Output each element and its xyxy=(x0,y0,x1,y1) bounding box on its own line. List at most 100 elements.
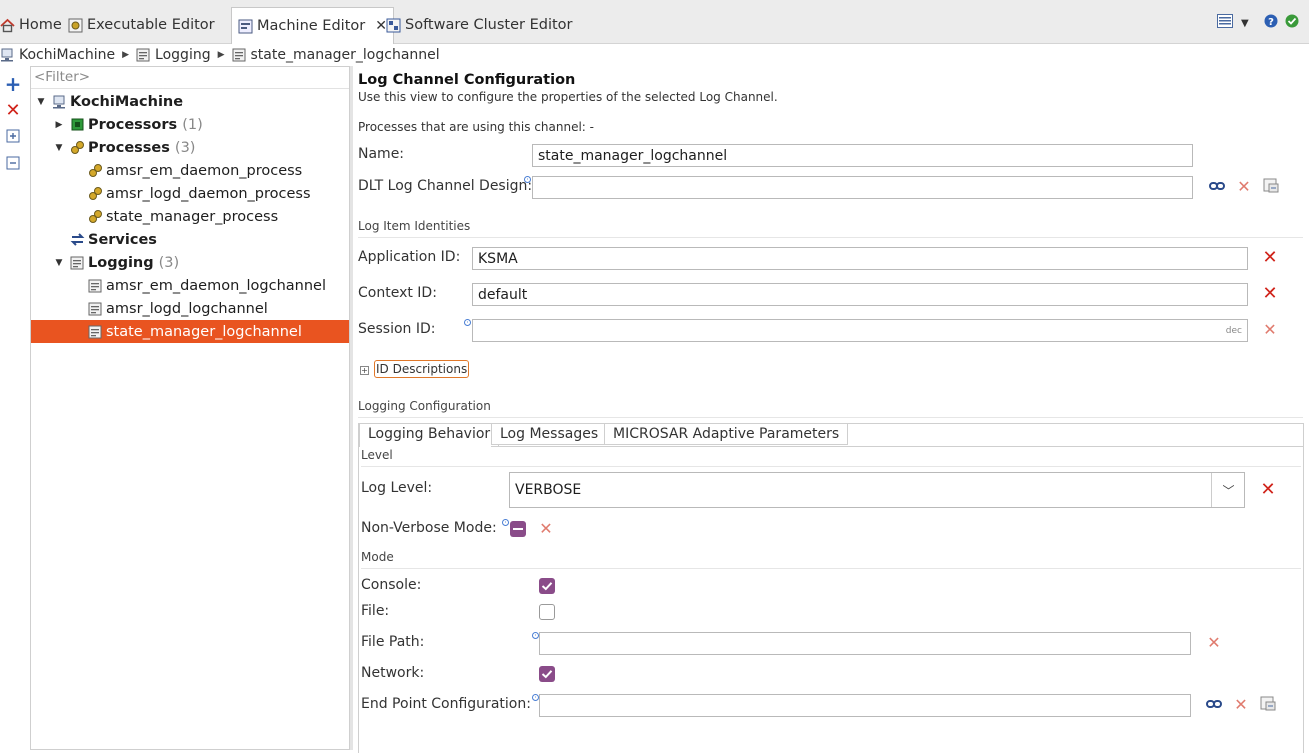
delete-icon: ✕ xyxy=(1207,633,1221,652)
add-button[interactable]: + xyxy=(0,70,26,97)
session-id-field[interactable]: dec xyxy=(472,319,1248,342)
log-level-value: VERBOSE xyxy=(515,482,582,498)
delete-button[interactable]: ✕ xyxy=(0,97,26,124)
link-button[interactable] xyxy=(1205,696,1223,714)
session-id-hint: dec xyxy=(1225,325,1242,336)
link-button[interactable] xyxy=(1208,178,1226,196)
expand-icon[interactable]: + xyxy=(360,366,369,375)
application-id-field[interactable]: KSMA xyxy=(472,247,1248,270)
divider xyxy=(361,568,1301,569)
tab-machine-editor[interactable]: Machine Editor ✕ xyxy=(231,7,394,44)
endpoint-field[interactable] xyxy=(539,694,1191,717)
link-icon xyxy=(1206,697,1222,713)
context-id-label: Context ID: xyxy=(358,285,437,301)
process-icon xyxy=(69,140,85,156)
tree-node-services[interactable]: Services xyxy=(69,228,157,251)
browse-icon xyxy=(1263,178,1279,197)
tree-node-logging[interactable]: ▼ Logging (3) xyxy=(53,251,180,274)
file-path-field[interactable] xyxy=(539,632,1191,655)
tree-node-machine[interactable]: ▼ KochiMachine xyxy=(35,90,184,113)
chevron-right-icon: ▶ xyxy=(122,50,130,60)
filter-input[interactable]: <Filter> xyxy=(31,67,349,89)
chevron-down-icon: ▼ xyxy=(1241,17,1249,29)
network-checkbox[interactable] xyxy=(539,666,555,682)
delete-log-level-button[interactable]: ✕ xyxy=(1259,481,1277,499)
breadcrumb-item-machine[interactable]: KochiMachine xyxy=(0,47,115,63)
log-level-select[interactable]: VERBOSE ﹀ xyxy=(509,472,1245,508)
breadcrumb-item-logging[interactable]: Logging xyxy=(136,47,211,63)
section-identities: Log Item Identities xyxy=(358,219,471,233)
tree-node-processors[interactable]: ▶ Processors (1) xyxy=(53,113,203,136)
delete-icon: ✕ xyxy=(1260,479,1276,500)
tree-node-process[interactable]: amsr_logd_daemon_process xyxy=(87,182,311,205)
tree-node-label: Processors xyxy=(88,116,178,133)
tab-label: Machine Editor xyxy=(257,18,366,34)
clear-non-verbose-button[interactable]: ✕ xyxy=(537,520,555,538)
chevron-right-icon[interactable]: ▶ xyxy=(53,120,65,130)
tab-software-cluster-editor[interactable]: Software Cluster Editor xyxy=(386,10,573,40)
tree-node-label: Processes xyxy=(88,139,170,156)
tree-node-count: (3) xyxy=(174,139,196,156)
expand-all-button[interactable] xyxy=(0,124,26,151)
tab-home[interactable]: Home xyxy=(0,10,62,40)
non-verbose-checkbox[interactable] xyxy=(510,521,526,537)
chevron-down-icon[interactable]: ▼ xyxy=(53,143,65,153)
name-label: Name: xyxy=(358,146,405,162)
chevron-down-icon[interactable]: ▼ xyxy=(53,258,65,268)
file-checkbox[interactable] xyxy=(539,604,555,620)
delete-app-id-button[interactable]: ✕ xyxy=(1261,249,1279,267)
dlt-design-field[interactable] xyxy=(532,176,1193,199)
tab-executable-editor[interactable]: Executable Editor xyxy=(68,10,215,40)
collapse-all-icon xyxy=(6,156,20,174)
view-menu-button[interactable]: ▼ xyxy=(1217,14,1249,32)
tab-label: Home xyxy=(19,17,62,33)
divider xyxy=(361,466,1301,467)
process-icon xyxy=(87,163,103,179)
info-icon: · xyxy=(532,632,539,640)
tree-node-logchannel[interactable]: amsr_em_daemon_logchannel xyxy=(87,274,326,297)
tree-node-logchannel-selected[interactable]: state_manager_logchannel xyxy=(31,320,349,343)
tree-node-processes[interactable]: ▼ Processes (3) xyxy=(53,136,196,159)
tree-node-process[interactable]: state_manager_process xyxy=(87,205,278,228)
tab-logging-behavior[interactable]: Logging Behavior xyxy=(359,423,500,447)
name-field[interactable]: state_manager_logchannel xyxy=(532,144,1193,167)
context-id-field[interactable]: default xyxy=(472,283,1248,306)
clear-endpoint-button[interactable]: ✕ xyxy=(1232,696,1250,714)
tab-microsar-parameters[interactable]: MICROSAR Adaptive Parameters xyxy=(604,423,849,445)
delete-icon: ✕ xyxy=(1262,247,1278,268)
breadcrumb-item-logchannel[interactable]: state_manager_logchannel xyxy=(232,47,440,63)
tree-node-count: (1) xyxy=(182,116,203,133)
info-icon: · xyxy=(464,319,471,327)
browse-endpoint-button[interactable] xyxy=(1259,696,1277,714)
clear-file-path-button[interactable]: ✕ xyxy=(1205,634,1223,652)
page-title: Log Channel Configuration xyxy=(358,72,576,88)
chevron-down-icon[interactable]: ﹀ xyxy=(1211,473,1245,507)
process-icon xyxy=(87,209,103,225)
breadcrumb-label: state_manager_logchannel xyxy=(250,47,440,63)
help-button[interactable]: ? xyxy=(1264,14,1278,32)
tree-node-logchannel[interactable]: amsr_logd_logchannel xyxy=(87,297,268,320)
executable-icon xyxy=(68,18,83,33)
validate-button[interactable] xyxy=(1285,14,1299,32)
file-label: File: xyxy=(361,603,390,619)
breadcrumb: KochiMachine ▶ Logging ▶ state_manager_l… xyxy=(0,44,1309,66)
collapse-all-button[interactable] xyxy=(0,151,26,178)
tab-log-messages[interactable]: Log Messages xyxy=(491,423,608,445)
machine-icon xyxy=(51,94,67,110)
chevron-down-icon[interactable]: ▼ xyxy=(35,97,47,107)
delete-context-id-button[interactable]: ✕ xyxy=(1261,285,1279,303)
browse-icon xyxy=(1260,696,1276,715)
clear-dlt-button[interactable]: ✕ xyxy=(1235,178,1253,196)
clear-session-id-button[interactable]: ✕ xyxy=(1261,321,1279,339)
checkmark-icon xyxy=(541,582,553,591)
non-verbose-label: Non-Verbose Mode: xyxy=(361,520,497,536)
divider xyxy=(491,446,1303,447)
browse-dlt-button[interactable] xyxy=(1262,178,1280,196)
tree-node-process[interactable]: amsr_em_daemon_process xyxy=(87,159,302,182)
file-path-label: File Path: xyxy=(361,634,425,650)
editor-tab-bar: Home Executable Editor Machine Editor ✕ … xyxy=(0,0,1309,44)
breadcrumb-label: KochiMachine xyxy=(19,47,116,63)
check-circle-icon xyxy=(1285,14,1299,32)
console-checkbox[interactable] xyxy=(539,578,555,594)
id-descriptions-toggle[interactable]: ID Descriptions xyxy=(374,360,470,378)
